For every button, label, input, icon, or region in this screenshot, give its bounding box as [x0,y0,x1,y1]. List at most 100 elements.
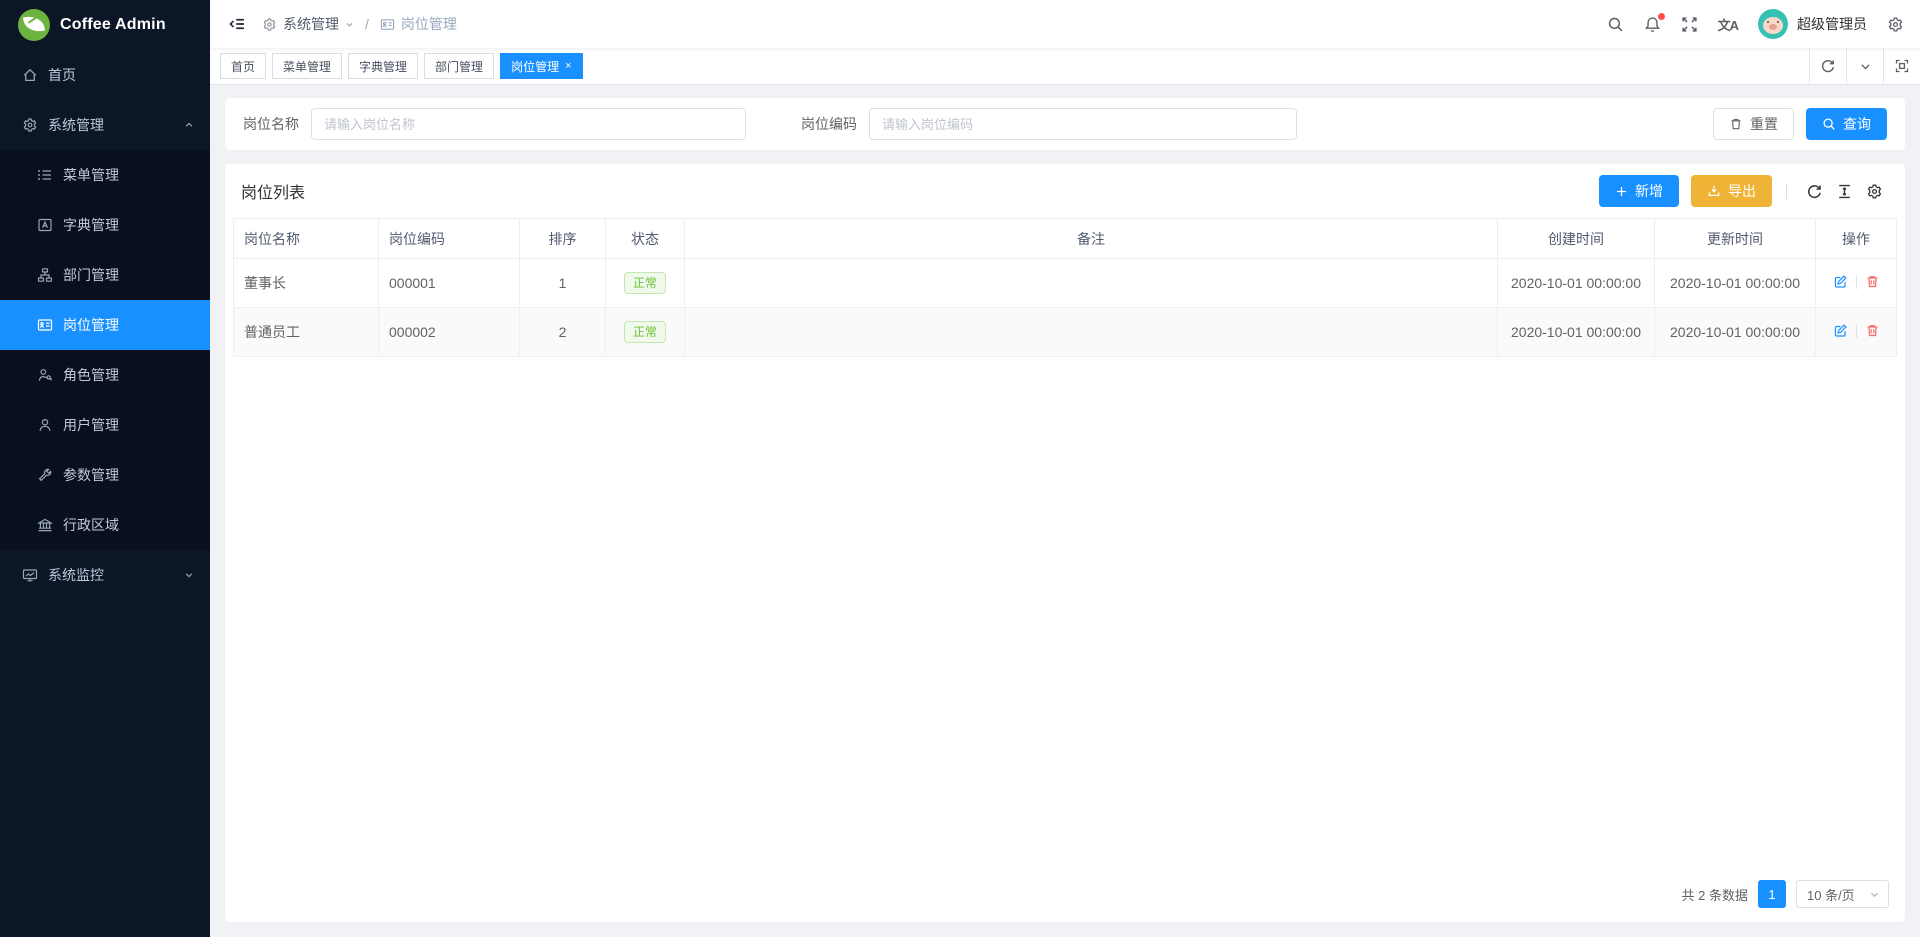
density-icon [1836,183,1853,200]
fullscreen-button[interactable] [1681,16,1698,33]
tab-label: 岗位管理 [511,58,559,75]
user-menu[interactable]: 超级管理员 [1758,9,1867,39]
col-remark: 备注 [685,219,1498,259]
cell-status: 正常 [606,259,685,308]
post-name-input[interactable] [311,108,746,140]
search-form-card: 岗位名称 岗位编码 重置 查询 [225,98,1905,150]
table-refresh-button[interactable] [1799,176,1829,206]
tab-close-icon[interactable]: × [565,61,571,72]
add-button[interactable]: 新增 [1599,175,1679,207]
content-maximize-button[interactable] [1883,48,1920,84]
menu-list-icon [37,167,53,183]
sidebar-fold-button[interactable] [228,15,246,33]
breadcrumb: 系统管理 / 岗位管理 [262,14,457,34]
edit-icon[interactable] [1833,274,1848,289]
search-button[interactable] [1607,16,1624,33]
cell-status: 正常 [606,308,685,357]
sidebar-item-label: 用户管理 [63,415,119,435]
search-icon [1607,16,1624,33]
export-button-label: 导出 [1728,181,1756,201]
sidebar-menu: 首页 系统管理 菜单管理 字典管理 部门管理 [0,50,210,937]
breadcrumb-parent-label: 系统管理 [283,14,339,34]
cell-remark [685,259,1498,308]
sidebar-item-label: 字典管理 [63,215,119,235]
pagination-page-1[interactable]: 1 [1758,880,1786,908]
user-icon [37,417,53,433]
tab-home[interactable]: 首页 [220,53,266,79]
language-switch-button[interactable]: 文A [1718,15,1738,34]
sidebar-item-system-manage[interactable]: 系统管理 [0,100,210,150]
table-row: 普通员工 000002 2 正常 2020-10-01 00:00:00 202… [234,308,1897,357]
maximize-icon [1894,58,1910,74]
post-code-input[interactable] [869,108,1297,140]
refresh-icon [1806,183,1823,200]
tab-refresh-button[interactable] [1809,48,1846,84]
dictionary-icon [37,217,53,233]
sidebar-item-label: 部门管理 [63,265,119,285]
tab-dept-manage[interactable]: 部门管理 [424,53,494,79]
sidebar-item-system-monitor[interactable]: 系统监控 [0,550,210,600]
breadcrumb-parent[interactable]: 系统管理 [262,14,354,34]
cell-created: 2020-10-01 00:00:00 [1498,308,1655,357]
page-content: 岗位名称 岗位编码 重置 查询 岗位列表 [210,85,1920,937]
sidebar-item-user-manage[interactable]: 用户管理 [0,400,210,450]
breadcrumb-separator: / [365,16,369,32]
tab-options-button[interactable] [1846,48,1883,84]
navbar-actions: 文A 超级管理员 [1607,9,1904,39]
settings-button[interactable] [1887,16,1904,33]
card-title: 岗位列表 [241,179,305,203]
gear-icon [22,117,38,133]
page-size-select[interactable]: 10 条/页 [1796,880,1889,908]
table-header-row: 岗位名称 岗位编码 排序 状态 备注 创建时间 更新时间 操作 [234,219,1897,259]
tab-label: 部门管理 [435,58,483,75]
sidebar-item-home[interactable]: 首页 [0,50,210,100]
fullscreen-expand-icon [1681,16,1698,33]
table-density-button[interactable] [1829,176,1859,206]
tab-label: 首页 [231,58,255,75]
chevron-down-icon [184,570,194,580]
refresh-icon [1820,58,1836,74]
role-icon [37,367,53,383]
reset-button[interactable]: 重置 [1713,108,1794,140]
delete-icon[interactable] [1865,274,1880,289]
sidebar-item-param-manage[interactable]: 参数管理 [0,450,210,500]
tab-dict-manage[interactable]: 字典管理 [348,53,418,79]
col-updated: 更新时间 [1655,219,1816,259]
main-area: 系统管理 / 岗位管理 文 [210,0,1920,937]
monitor-icon [22,567,38,583]
cell-post-name: 普通员工 [234,308,379,357]
cell-actions [1816,259,1897,308]
app-logo[interactable]: Coffee Admin [0,0,210,50]
tab-menu-manage[interactable]: 菜单管理 [272,53,342,79]
post-name-label: 岗位名称 [243,114,299,134]
sidebar-item-dept-manage[interactable]: 部门管理 [0,250,210,300]
cell-sort: 1 [520,259,606,308]
username: 超级管理员 [1797,14,1867,34]
sidebar-item-post-manage[interactable]: 岗位管理 [0,300,210,350]
tab-post-manage[interactable]: 岗位管理 × [500,53,582,79]
col-post-name: 岗位名称 [234,219,379,259]
delete-icon[interactable] [1865,323,1880,338]
sidebar-item-label: 首页 [48,65,76,85]
sidebar-item-dict-manage[interactable]: 字典管理 [0,200,210,250]
export-button[interactable]: 导出 [1691,175,1772,207]
notification-badge-dot [1658,13,1665,20]
spring-leaf-logo-icon [18,9,50,41]
download-icon [1707,184,1721,198]
post-code-label: 岗位编码 [801,114,857,134]
sidebar-item-label: 系统管理 [48,115,104,135]
sidebar-submenu-system: 菜单管理 字典管理 部门管理 岗位管理 角色管理 [0,150,210,550]
query-button[interactable]: 查询 [1806,108,1887,140]
status-badge: 正常 [624,321,666,343]
col-sort: 排序 [520,219,606,259]
sidebar-item-label: 角色管理 [63,365,119,385]
sidebar-item-menu-manage[interactable]: 菜单管理 [0,150,210,200]
sidebar-item-role-manage[interactable]: 角色管理 [0,350,210,400]
trash-icon [1729,117,1743,131]
notification-button[interactable] [1644,16,1661,33]
edit-icon[interactable] [1833,323,1848,338]
sidebar: Coffee Admin 首页 系统管理 菜单管理 字典管理 [0,0,210,937]
column-settings-button[interactable] [1859,176,1889,206]
search-icon [1822,117,1836,131]
sidebar-item-region[interactable]: 行政区域 [0,500,210,550]
